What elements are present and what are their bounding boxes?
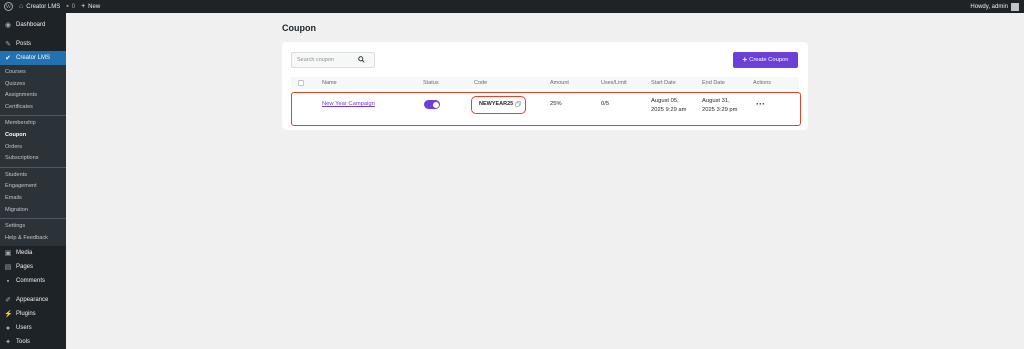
- sidebar-item-appearance[interactable]: ✐ Appearance: [0, 293, 66, 307]
- select-all-checkbox[interactable]: [298, 80, 304, 86]
- column-header-uses-limit: Uses/Limit: [601, 80, 627, 86]
- submenu-item-assignments[interactable]: Assignments: [0, 90, 66, 102]
- admin-sidebar: ◉ Dashboard ✎ Posts ✔ Creator LMS Course…: [0, 13, 66, 349]
- creator-lms-icon: ✔: [5, 55, 11, 62]
- create-coupon-button[interactable]: + Create Coupon: [733, 52, 798, 68]
- pages-icon: ▤: [4, 264, 12, 272]
- submenu-item-engagement[interactable]: Engagement: [0, 181, 66, 193]
- plus-icon: +: [81, 3, 86, 10]
- sidebar-item-media[interactable]: ▣ Media: [0, 246, 66, 260]
- comments-link[interactable]: ▪ 0: [66, 0, 75, 13]
- submenu-item-emails[interactable]: Emails: [0, 193, 66, 205]
- paintbrush-icon: ✐: [5, 297, 11, 305]
- plug-icon: ⚡: [4, 311, 13, 319]
- column-header-code: Code: [474, 80, 488, 86]
- plus-icon: +: [742, 55, 748, 64]
- search-icon[interactable]: [358, 56, 365, 63]
- media-icon: ▣: [4, 250, 12, 258]
- submenu-item-students[interactable]: Students: [0, 170, 66, 182]
- account-menu[interactable]: Howdy, admin: [970, 0, 1019, 13]
- dashboard-icon: ◉: [4, 22, 12, 29]
- column-header-name: Name: [322, 80, 337, 86]
- pin-icon: ✎: [5, 41, 11, 48]
- home-icon: ⌂: [19, 3, 24, 10]
- submenu-item-coupon[interactable]: Coupon: [0, 130, 66, 142]
- column-header-amount: Amount: [550, 80, 569, 86]
- column-header-status: Status: [423, 80, 439, 86]
- comments-icon: ▪: [6, 277, 10, 285]
- submenu-item-migration[interactable]: Migration: [0, 205, 66, 217]
- site-name-link[interactable]: ⌂ Creator LMS: [19, 0, 60, 13]
- submenu-item-certificates[interactable]: Certificates: [0, 102, 66, 114]
- wrench-icon: ✦: [5, 339, 11, 347]
- submenu-item-settings[interactable]: Settings: [0, 221, 66, 233]
- sidebar-item-tools[interactable]: ✦ Tools: [0, 335, 66, 349]
- sidebar-item-posts[interactable]: ✎ Posts: [0, 37, 66, 51]
- sidebar-item-pages[interactable]: ▤ Pages: [0, 260, 66, 274]
- table-header: Name Status Code Amount Uses/Limit Start…: [291, 77, 799, 89]
- search-placeholder: Search coupon: [297, 57, 334, 63]
- sidebar-item-comments[interactable]: ▪ Comments: [0, 274, 66, 288]
- new-content-link[interactable]: + New: [81, 0, 100, 13]
- column-header-actions: Actions: [753, 80, 772, 86]
- comment-bubble-icon: ▪: [66, 3, 69, 10]
- submenu-item-quizzes[interactable]: Quizzes: [0, 79, 66, 91]
- page-title: Coupon: [282, 23, 316, 33]
- submenu-divider: [0, 115, 66, 117]
- sidebar-item-creator-lms[interactable]: ✔ Creator LMS: [0, 51, 66, 65]
- submenu-item-subscriptions[interactable]: Subscriptions: [0, 153, 66, 165]
- submenu-item-orders[interactable]: Orders: [0, 142, 66, 154]
- wordpress-logo-icon[interactable]: W: [4, 2, 13, 11]
- search-input[interactable]: Search coupon: [291, 52, 375, 68]
- code-highlight-annotation: [471, 96, 526, 114]
- submenu-item-membership[interactable]: Membership: [0, 118, 66, 130]
- column-header-start-date: Start Date: [651, 80, 676, 86]
- sidebar-item-users[interactable]: ● Users: [0, 321, 66, 335]
- admin-bar: W ⌂ Creator LMS ▪ 0 + New Howdy, admin: [0, 0, 1024, 13]
- creator-lms-submenu: Courses Quizzes Assignments Certificates…: [0, 65, 66, 247]
- row-highlight-annotation: [291, 92, 801, 126]
- submenu-item-courses[interactable]: Courses: [0, 67, 66, 79]
- submenu-divider: [0, 218, 66, 220]
- submenu-divider: [0, 166, 66, 168]
- user-icon: ●: [5, 324, 11, 332]
- avatar: [1011, 2, 1019, 11]
- sidebar-item-dashboard[interactable]: ◉ Dashboard: [0, 18, 66, 32]
- submenu-item-help-feedback[interactable]: Help & Feedback: [0, 233, 66, 245]
- column-header-end-date: End Date: [702, 80, 725, 86]
- sidebar-item-plugins[interactable]: ⚡ Plugins: [0, 307, 66, 321]
